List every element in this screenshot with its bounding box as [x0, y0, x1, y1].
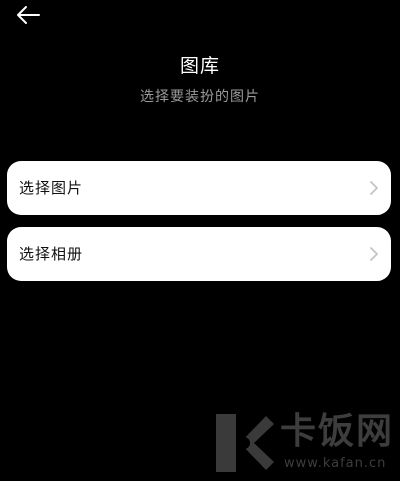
page-subtitle: 选择要装扮的图片 — [140, 89, 260, 105]
gallery-screen: 图库 选择要装扮的图片 选择图片 选择相册 卡饭网 www.kafan.cn — [0, 0, 400, 481]
watermark-domain: www.kafan.cn — [284, 456, 387, 471]
select-album-option[interactable]: 选择相册 — [7, 227, 391, 281]
option-label: 选择图片 — [19, 179, 84, 197]
kafan-logo-icon — [216, 414, 274, 472]
chevron-right-icon — [370, 181, 378, 195]
back-button[interactable] — [12, 2, 44, 30]
header: 图库 选择要装扮的图片 — [0, 53, 400, 107]
select-picture-option[interactable]: 选择图片 — [7, 161, 391, 215]
option-label: 选择相册 — [19, 245, 84, 263]
watermark: 卡饭网 www.kafan.cn — [210, 410, 400, 481]
page-title: 图库 — [179, 55, 220, 77]
watermark-brand: 卡饭网 — [280, 411, 395, 452]
arrow-left-icon — [17, 6, 40, 24]
option-list: 选择图片 选择相册 — [7, 161, 391, 293]
chevron-right-icon — [370, 247, 378, 261]
